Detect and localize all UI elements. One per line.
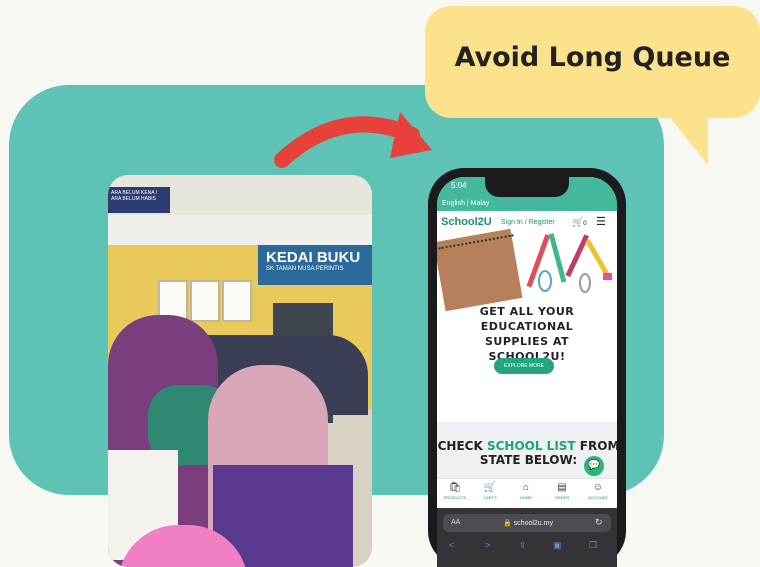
nav-carts[interactable]: 🛒 CARTS — [473, 482, 507, 500]
bag-icon: 🛍 — [448, 482, 462, 493]
hamburger-menu-icon[interactable]: ☰ — [596, 215, 606, 228]
reader-aa-button[interactable]: AA — [451, 519, 460, 526]
shop-sign-subtitle: SK TAMAN NUSA PERINTIS — [266, 266, 344, 272]
explore-more-button[interactable]: EXPLORE MORE — [494, 358, 554, 374]
signin-link[interactable]: Sign In / Register — [501, 219, 555, 226]
phone-screen: 5:04 English | Malay School2U Sign In / … — [437, 177, 617, 567]
reload-icon[interactable]: ↻ — [595, 517, 603, 528]
heading-prefix: CHECK — [437, 439, 487, 453]
hanging-sign: ARA BELUM KENA / ARA BELUM HABIS — [108, 187, 170, 213]
cart-icon[interactable]: 🛒0 — [572, 217, 587, 228]
stationery-illustration — [526, 233, 612, 293]
nav-order[interactable]: ▤ ORDER — [545, 482, 579, 500]
back-icon[interactable]: < — [449, 540, 454, 550]
hero-banner: GET ALL YOUR EDUCATIONAL SUPPLIES AT SCH… — [437, 228, 617, 423]
home-icon: ⌂ — [522, 482, 530, 493]
heading-line2: STATE BELOW: — [479, 453, 578, 467]
heading-highlight: SCHOOL LIST — [486, 439, 576, 453]
curved-arrow-icon — [274, 112, 432, 168]
tabs-icon[interactable]: ❐ — [589, 540, 597, 551]
heading-suffix: FROM — [575, 439, 617, 453]
nav-home[interactable]: ⌂ HOME — [509, 482, 543, 500]
shop-sign-title: KEDAI BUKU — [266, 249, 361, 266]
nav-label: ACCOUNT — [588, 495, 608, 500]
chat-bubble-icon[interactable]: 💬 — [584, 456, 604, 476]
url-text: 🔒 school2u.my — [503, 520, 553, 527]
url-value: school2u.my — [513, 520, 553, 527]
nav-account[interactable]: ☺ ACCOUNT — [581, 482, 615, 500]
hero-title: GET ALL YOUR EDUCATIONAL SUPPLIES AT SCH… — [479, 305, 575, 363]
nav-products[interactable]: 🛍 PRODUCTS — [438, 482, 472, 500]
cart-icon: 🛒 — [483, 482, 497, 493]
nav-label: PRODUCTS — [443, 495, 467, 500]
shop-sign: KEDAI BUKU SK TAMAN NUSA PERINTIS — [258, 245, 372, 285]
queue-photo: ARA BELUM KENA / ARA BELUM HABIS KEDAI B… — [108, 175, 372, 567]
browser-toolbar: AA 🔒 school2u.my ↻ < > ⇧ ▣ ❐ — [437, 508, 617, 567]
bookmarks-icon[interactable]: ▣ — [553, 540, 562, 551]
user-icon: ☺ — [592, 482, 604, 493]
notebook-illustration — [437, 228, 523, 312]
site-logo[interactable]: School2U — [441, 216, 492, 228]
forward-icon[interactable]: > — [485, 540, 490, 550]
smartphone-mockup: 5:04 English | Malay School2U Sign In / … — [428, 168, 626, 567]
cart-count: 0 — [583, 221, 587, 227]
site-header: School2U Sign In / Register 🛒0 ☰ — [437, 211, 617, 233]
browser-nav-icons: < > ⇧ ▣ ❐ — [437, 540, 617, 556]
phone-notch — [485, 177, 569, 197]
bottom-navigation: 🛍 PRODUCTS 🛒 CARTS ⌂ HOME ▤ ORDER ☺ ACCO… — [437, 478, 617, 509]
receipt-icon: ▤ — [557, 482, 567, 493]
language-switcher[interactable]: English | Malay — [437, 197, 617, 211]
speech-bubble-tail — [668, 115, 708, 165]
nav-label: HOME — [520, 495, 532, 500]
nav-label: CARTS — [483, 495, 497, 500]
status-time: 5:04 — [451, 181, 467, 190]
nav-label: ORDER — [554, 495, 570, 500]
share-icon[interactable]: ⇧ — [519, 540, 527, 551]
callout-text: Avoid Long Queue — [454, 42, 731, 73]
address-bar[interactable]: AA 🔒 school2u.my ↻ — [443, 514, 611, 532]
